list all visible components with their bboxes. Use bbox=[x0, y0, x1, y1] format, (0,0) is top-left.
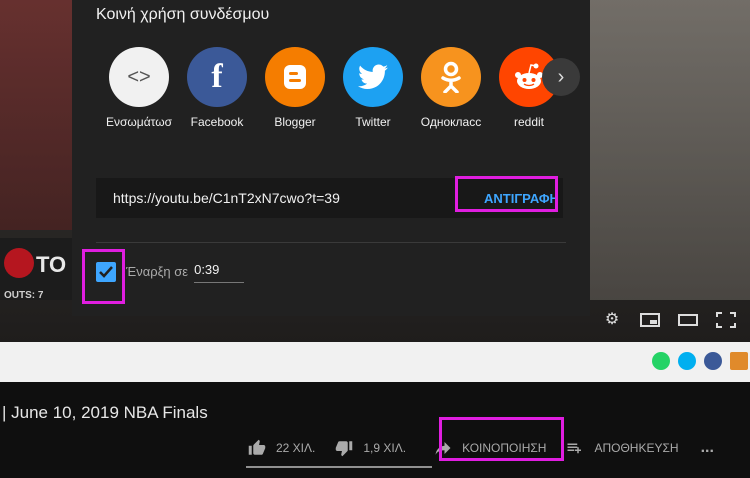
scorebug-team: TO bbox=[36, 252, 67, 277]
highlight-copy bbox=[455, 176, 558, 212]
share-service-twitter[interactable]: Twitter bbox=[334, 47, 412, 129]
share-dialog: Κοινή χρήση συνδέσμου <> Ενσωμάτωσ f Fac… bbox=[72, 0, 590, 316]
miniplayer-icon[interactable] bbox=[640, 312, 660, 328]
bookmark-icon[interactable] bbox=[730, 352, 748, 370]
start-at-input[interactable] bbox=[194, 260, 245, 283]
odnoklassniki-icon bbox=[421, 47, 481, 107]
whatsapp-icon[interactable] bbox=[652, 352, 670, 370]
playlist-add-icon bbox=[564, 439, 586, 457]
like-count: 22 ΧΙΛ. bbox=[276, 441, 316, 455]
team-logo-icon bbox=[4, 248, 34, 278]
share-service-facebook[interactable]: f Facebook bbox=[178, 47, 256, 129]
dislike-button[interactable]: 1,9 ΧΙΛ. bbox=[333, 439, 406, 457]
youtube-page: TO OUTS: 7 ⚙ | June 10, 2019 NBA Finals bbox=[0, 0, 750, 478]
share-service-odnoklassniki[interactable]: Однокласс bbox=[412, 47, 490, 129]
dislike-count: 1,9 ΧΙΛ. bbox=[363, 441, 407, 455]
dialog-title: Κοινή χρήση συνδέσμου bbox=[96, 6, 270, 23]
service-label: Однокласс bbox=[420, 115, 482, 129]
highlight-share bbox=[439, 417, 564, 461]
highlight-checkbox bbox=[82, 249, 125, 304]
skype-icon[interactable] bbox=[678, 352, 696, 370]
video-title: | June 10, 2019 NBA Finals bbox=[2, 403, 208, 422]
embed-icon: <> bbox=[109, 47, 169, 107]
save-button[interactable]: ΑΠΟΘΗΚΕΥΣΗ bbox=[564, 439, 679, 457]
thumbs-up-icon bbox=[246, 439, 268, 457]
settings-icon[interactable]: ⚙ bbox=[602, 312, 622, 328]
theater-mode-icon[interactable] bbox=[678, 312, 698, 328]
service-label: Facebook bbox=[190, 115, 244, 129]
facebook-icon: f bbox=[187, 47, 247, 107]
twitter-icon bbox=[343, 47, 403, 107]
save-label: ΑΠΟΘΗΚΕΥΣΗ bbox=[594, 441, 679, 455]
service-label: Ενσωμάτωσ bbox=[106, 115, 172, 129]
facebook-small-icon[interactable] bbox=[704, 352, 722, 370]
service-label: reddit bbox=[513, 115, 545, 129]
fullscreen-icon[interactable] bbox=[716, 312, 736, 328]
video-background-right bbox=[580, 0, 750, 300]
share-link-url[interactable]: https://youtu.be/C1nT2xN7cwo?t=39 bbox=[113, 190, 340, 206]
chevron-right-icon: › bbox=[557, 65, 565, 88]
more-actions-button[interactable]: ... bbox=[701, 439, 714, 457]
blogger-icon bbox=[265, 47, 325, 107]
share-services: <> Ενσωμάτωσ f Facebook Blogger Twitter bbox=[100, 47, 568, 129]
share-extension-icons bbox=[652, 352, 748, 370]
extension-bar bbox=[0, 342, 750, 382]
service-label: Blogger bbox=[274, 115, 316, 129]
thumbs-down-icon bbox=[333, 439, 355, 457]
player-controls: ⚙ bbox=[602, 312, 736, 328]
sentiment-bar bbox=[246, 466, 432, 468]
share-service-embed[interactable]: <> Ενσωμάτωσ bbox=[100, 47, 178, 129]
share-service-blogger[interactable]: Blogger bbox=[256, 47, 334, 129]
start-at-label: Έναρξη σε bbox=[126, 264, 189, 279]
scorebug-subtext: OUTS: 7 bbox=[4, 290, 44, 301]
like-button[interactable]: 22 ΧΙΛ. bbox=[246, 439, 315, 457]
dialog-divider bbox=[96, 242, 566, 243]
service-label: Twitter bbox=[355, 115, 391, 129]
next-services-button[interactable]: › bbox=[542, 58, 580, 96]
